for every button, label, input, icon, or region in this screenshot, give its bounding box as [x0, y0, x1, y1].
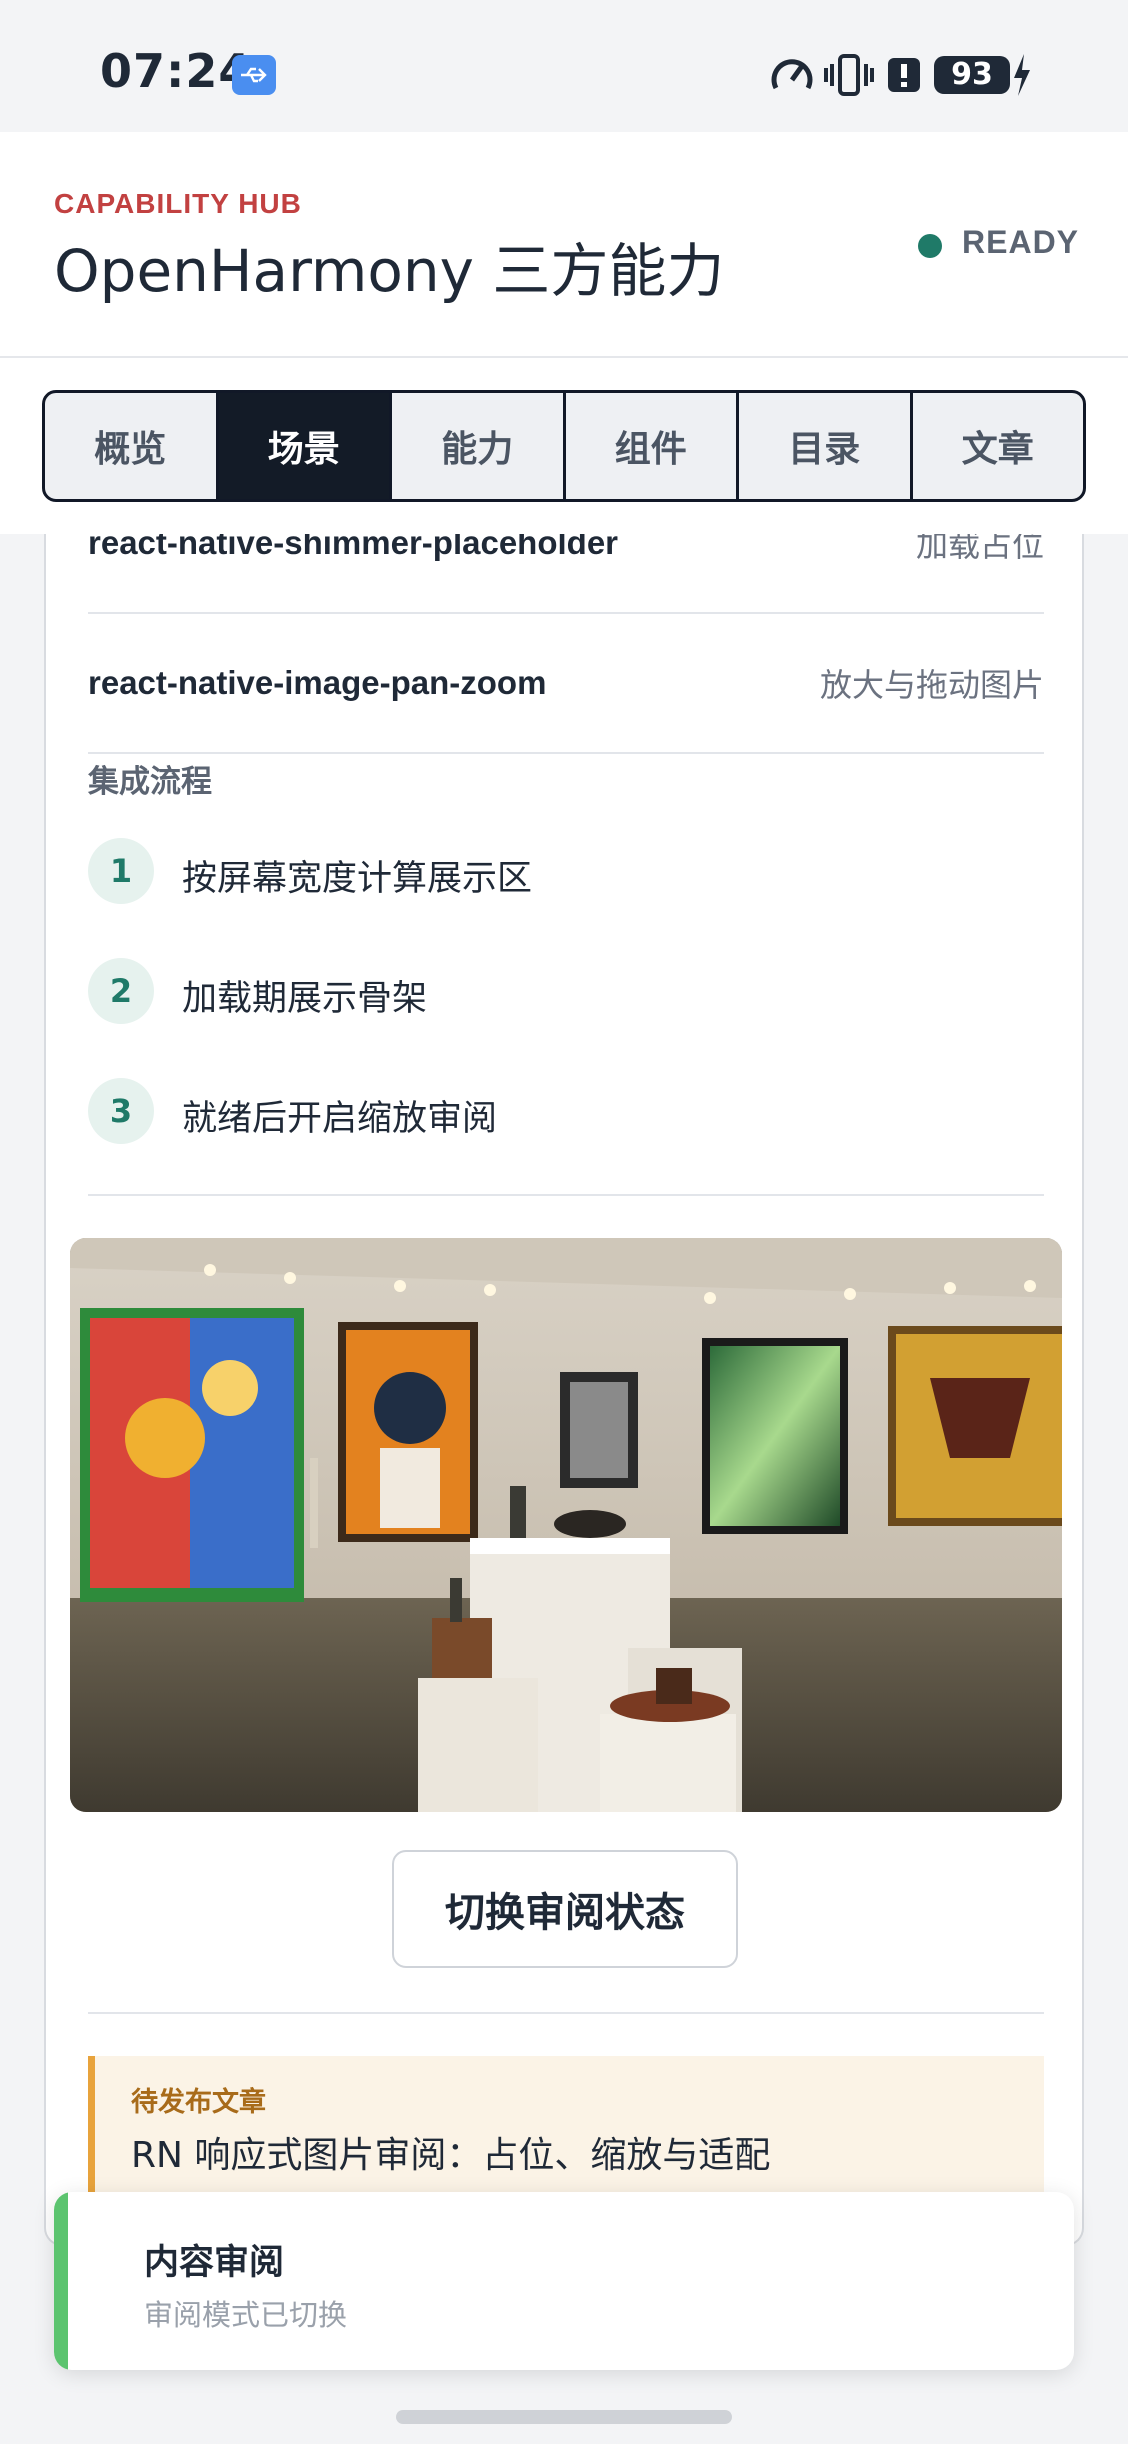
tab-group: 概览 场景 能力 组件 目录 文章 [42, 390, 1086, 502]
tab-scenarios[interactable]: 场景 [218, 393, 392, 499]
status-icons: 93 [768, 52, 1030, 98]
toast-title: 内容审阅 [144, 2243, 285, 2283]
tab-articles[interactable]: 文章 [913, 393, 1084, 499]
article-title: RN 响应式图片审阅：占位、缩放与适配 [131, 2135, 771, 2176]
library-desc: 加载占位 [915, 534, 1044, 564]
page-title: OpenHarmony 三方能力 [54, 237, 725, 305]
battery-icon: 93 [934, 56, 1010, 94]
flow-step: 1 按屏幕宽度计算展示区 [88, 838, 988, 908]
step-text: 加载期展示骨架 [182, 979, 428, 1019]
tab-components[interactable]: 组件 [566, 393, 739, 499]
library-name: react-native-image-pan-zoom [88, 664, 547, 701]
home-indicator[interactable] [396, 2410, 732, 2424]
status-bar: 07:24 93 [0, 0, 1128, 132]
usb-icon [232, 55, 276, 95]
library-row: react-native-shimmer-placeholder 加载占位 [88, 534, 1044, 614]
charging-icon [1014, 54, 1030, 96]
status-label: READY [962, 224, 1080, 260]
toast-notification[interactable]: 内容审阅 审阅模式已切换 [54, 2192, 1074, 2370]
step-number: 2 [88, 958, 154, 1024]
step-text: 就绪后开启缩放审阅 [182, 1099, 498, 1139]
flow-step: 3 就绪后开启缩放审阅 [88, 1078, 988, 1148]
status-time: 07:24 [100, 44, 252, 98]
gallery-image[interactable] [70, 1238, 1062, 1812]
vibrate-icon [824, 54, 874, 96]
header-eyebrow: CAPABILITY HUB [54, 188, 302, 219]
toggle-review-button[interactable]: 切换审阅状态 [392, 1850, 738, 1968]
divider [88, 2012, 1044, 2014]
article-label: 待发布文章 [131, 2087, 266, 2118]
tab-bar: 概览 场景 能力 组件 目录 文章 [0, 358, 1128, 534]
step-number: 3 [88, 1078, 154, 1144]
divider [88, 1194, 1044, 1196]
library-desc: 放大与拖动图片 [819, 666, 1044, 704]
data-saver-icon [771, 59, 813, 90]
tab-catalog[interactable]: 目录 [739, 393, 913, 499]
toast-subtitle: 审阅模式已切换 [144, 2298, 348, 2332]
toast-accent-bar [54, 2192, 68, 2370]
library-row: react-native-image-pan-zoom 放大与拖动图片 [88, 614, 1044, 754]
app-header: CAPABILITY HUB OpenHarmony 三方能力 READY [0, 132, 1128, 358]
flow-step: 2 加载期展示骨架 [88, 958, 988, 1028]
flow-title: 集成流程 [88, 764, 212, 800]
step-text: 按屏幕宽度计算展示区 [182, 859, 533, 899]
tab-overview[interactable]: 概览 [45, 393, 219, 499]
alert-icon [888, 58, 920, 92]
tab-capabilities[interactable]: 能力 [392, 393, 566, 499]
scenario-card: react-native-shimmer-placeholder 加载占位 re… [44, 534, 1084, 2246]
library-name: react-native-shimmer-placeholder [88, 534, 619, 561]
status-dot-icon [918, 234, 942, 258]
step-number: 1 [88, 838, 154, 904]
